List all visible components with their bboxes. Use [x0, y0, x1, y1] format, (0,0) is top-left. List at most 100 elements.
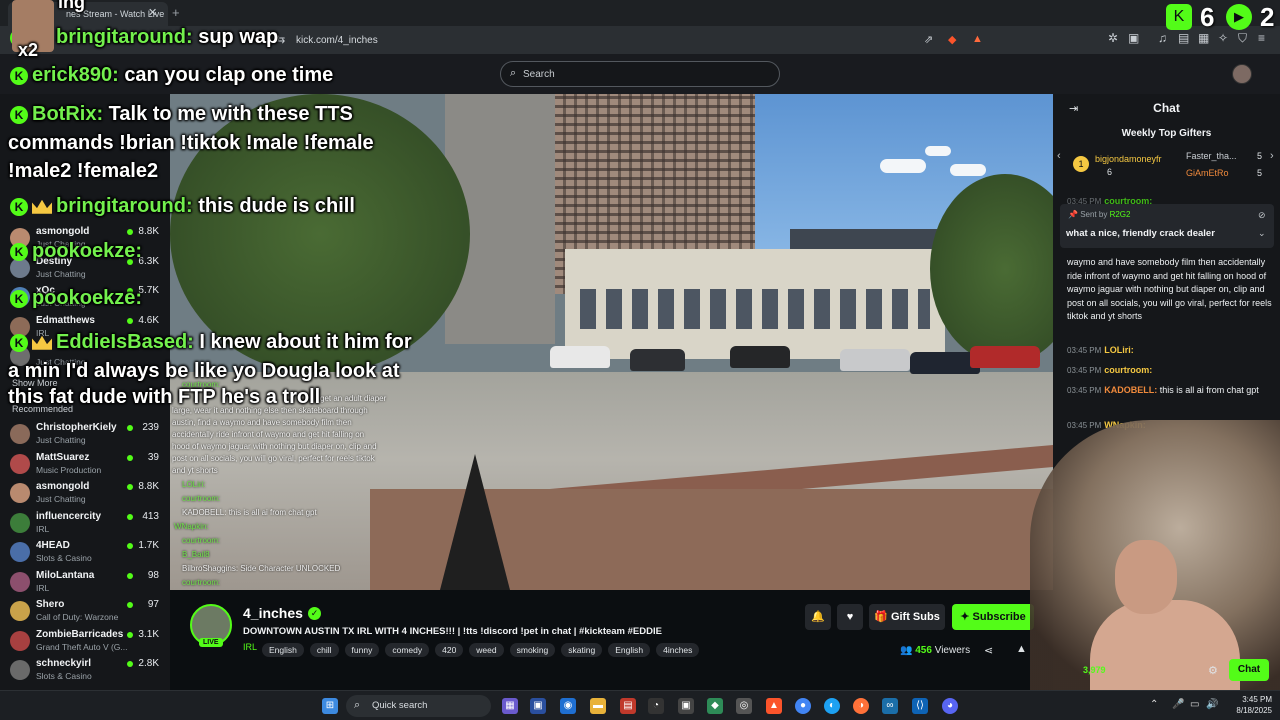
tray-chevron-icon[interactable]: ⌃	[1150, 699, 1158, 710]
brave-rewards-icon[interactable]: ▲	[972, 33, 983, 45]
sidebar-channel-item[interactable]: schneckyirl Slots & Casino 2.8K	[10, 658, 165, 688]
sidebar-channel-item[interactable]: 4HEAD Slots & Casino 1.7K	[10, 540, 165, 570]
share-stream-icon[interactable]: ⋖	[984, 644, 993, 657]
sidebar-channel-item[interactable]: Shero Call of Duty: Warzone 97	[10, 599, 165, 629]
live-dot-icon	[127, 572, 133, 579]
edge-icon[interactable]: ◐	[824, 698, 840, 714]
notification-bell-button[interactable]: 🔔	[805, 604, 831, 630]
chat-username[interactable]: KADOBELL:	[1104, 385, 1157, 395]
stream-overlay-chat-line: LOLiri:	[182, 480, 206, 489]
sidebar-channel-item[interactable]: MattSuarez Music Production 39	[10, 452, 165, 482]
tag-chip[interactable]: English	[608, 643, 651, 657]
app-icon[interactable]: ◉	[560, 698, 576, 714]
app-icon[interactable]: ∞	[882, 698, 898, 714]
tag-chip[interactable]: weed	[469, 643, 504, 657]
tag-chip[interactable]: English	[262, 643, 304, 657]
start-icon[interactable]: ⊞	[322, 698, 338, 714]
menu-icon[interactable]: ≡	[1258, 31, 1265, 45]
user-avatar[interactable]	[1232, 64, 1252, 84]
channel-avatar	[10, 512, 30, 533]
report-icon[interactable]: ▲	[1016, 643, 1027, 655]
url-text: kick.com/4_inches	[296, 35, 378, 46]
channel-avatar	[10, 453, 30, 474]
gifters-next-icon[interactable]: ›	[1270, 150, 1274, 162]
unpin-icon[interactable]: ⊘	[1258, 210, 1266, 221]
app-icon[interactable]: ◔	[648, 698, 664, 714]
chat-username[interactable]: courtroom:	[1104, 365, 1152, 375]
sidebar-channel-item[interactable]: ZombieBarricades Grand Theft Auto V (G...…	[10, 629, 165, 659]
extensions-icon[interactable]: ✲	[1108, 31, 1118, 45]
tag-chip[interactable]: smoking	[509, 643, 556, 657]
sidebar-channel-item[interactable]: MiloLantana IRL 98	[10, 570, 165, 600]
channel-name[interactable]: 4_inches	[243, 605, 303, 621]
chrome-icon[interactable]: ●	[795, 698, 811, 714]
vscode-icon[interactable]: ⟨⟩	[912, 698, 928, 714]
app-icon[interactable]: ▤	[620, 698, 636, 714]
sidebar-icon[interactable]: ▤	[1178, 31, 1189, 45]
discord-icon[interactable]: ◕	[942, 698, 958, 714]
app-icon[interactable]: ◆	[707, 698, 723, 714]
screenshot-icon[interactable]: ▣	[1128, 31, 1139, 45]
tag-chip[interactable]: chill	[309, 643, 339, 657]
overlay-chat-user: BotRix:	[32, 103, 104, 125]
gift-subs-button[interactable]: 🎁 Gift Subs	[869, 604, 945, 630]
browser-tab-bar: nes Stream - Watch Live ✕ +	[0, 0, 1280, 26]
gifter-name[interactable]: bigjondamoneyfr	[1095, 154, 1162, 164]
overlay-chat-text: sup wap	[198, 26, 279, 48]
channel-name: schneckyirl	[36, 658, 92, 669]
channel-avatar	[10, 571, 30, 592]
overlay-chat-text: a min I'd always be like yo Dougla look …	[8, 360, 400, 382]
chat-message[interactable]: waymo and have somebody film then accide…	[1067, 256, 1272, 324]
gifter-name[interactable]: GiAmEtRo	[1186, 168, 1229, 178]
wallet-icon[interactable]: ▦	[1198, 31, 1209, 45]
taskbar-clock[interactable]: 3:45 PM 8/18/2025	[1222, 694, 1272, 716]
app-icon[interactable]: ▣	[678, 698, 694, 714]
vpn-icon[interactable]: ⛉	[1238, 31, 1247, 46]
app-icon[interactable]: ◎	[736, 698, 752, 714]
firefox-icon[interactable]: ◑	[853, 698, 869, 714]
brave-shield-icon[interactable]: ◆	[948, 33, 956, 46]
share-icon[interactable]: ⇗	[924, 33, 933, 46]
live-dot-icon	[127, 661, 133, 667]
tag-chip[interactable]: skating	[561, 643, 603, 657]
chat-settings-icon[interactable]: ⚙	[1208, 664, 1218, 677]
stream-overlay-chat-line: courtroom:	[182, 578, 221, 587]
send-chat-button[interactable]: Chat	[1229, 659, 1269, 681]
chat-message[interactable]: 03:45 PM LOLiri:	[1067, 344, 1272, 358]
app-icon[interactable]: ▣	[530, 698, 546, 714]
taskbar-search[interactable]: ⌕ Quick search	[346, 695, 491, 717]
facecam-face	[1115, 540, 1177, 614]
chat-username[interactable]: LOLiri:	[1104, 345, 1134, 355]
gifter-name[interactable]: Faster_tha...	[1186, 151, 1237, 161]
category-link[interactable]: IRL	[243, 642, 257, 652]
tag-chip[interactable]: 420	[435, 643, 464, 657]
tag-chip[interactable]: comedy	[385, 643, 430, 657]
tab-close-icon[interactable]: ✕	[148, 6, 157, 19]
subscribe-button[interactable]: ✦ Subscribe	[952, 604, 1034, 630]
file-explorer-icon[interactable]: ▬	[590, 698, 606, 714]
pinned-message[interactable]: 📌 Sent by R2G2 what a nice, friendly cra…	[1060, 204, 1274, 248]
tag-chip[interactable]: 4inches	[656, 643, 700, 657]
search-input[interactable]: ⌕ Search	[500, 61, 780, 87]
tag-chip[interactable]: funny	[344, 643, 380, 657]
url-field[interactable]: ⇆ kick.com/4_inches ⇗ ◆ ▲	[270, 30, 990, 50]
microphone-icon[interactable]: 🎤	[1172, 699, 1184, 710]
network-icon[interactable]: ▭	[1190, 699, 1199, 710]
sidebar-channel-item[interactable]: ChristopherKiely Just Chatting 239	[10, 422, 165, 452]
follow-button[interactable]: ♥	[837, 604, 863, 630]
taskview-icon[interactable]: ▦	[502, 698, 518, 714]
expand-chevron-icon[interactable]: ⌄	[1258, 228, 1266, 239]
sidebar-channel-item[interactable]: asmongold Just Chatting 8.8K	[10, 481, 165, 511]
crown-icon	[32, 199, 52, 214]
volume-icon[interactable]: 🔊	[1206, 699, 1218, 710]
overlay-chat-line: Kpookoekze:	[10, 240, 142, 263]
leo-icon[interactable]: ✧	[1218, 31, 1228, 45]
brave-icon[interactable]: ▲	[766, 698, 782, 714]
new-tab-icon[interactable]: +	[172, 5, 180, 20]
media-icon[interactable]: ♫	[1158, 31, 1167, 45]
chat-message[interactable]: 03:45 PM KADOBELL: this is all ai from ch…	[1067, 384, 1272, 398]
chat-message[interactable]: 03:45 PM courtroom:	[1067, 364, 1272, 378]
sidebar-channel-item[interactable]: influencercity IRL 413	[10, 511, 165, 541]
channel-category: Music Production	[36, 464, 102, 475]
gifters-prev-icon[interactable]: ‹	[1057, 150, 1061, 162]
